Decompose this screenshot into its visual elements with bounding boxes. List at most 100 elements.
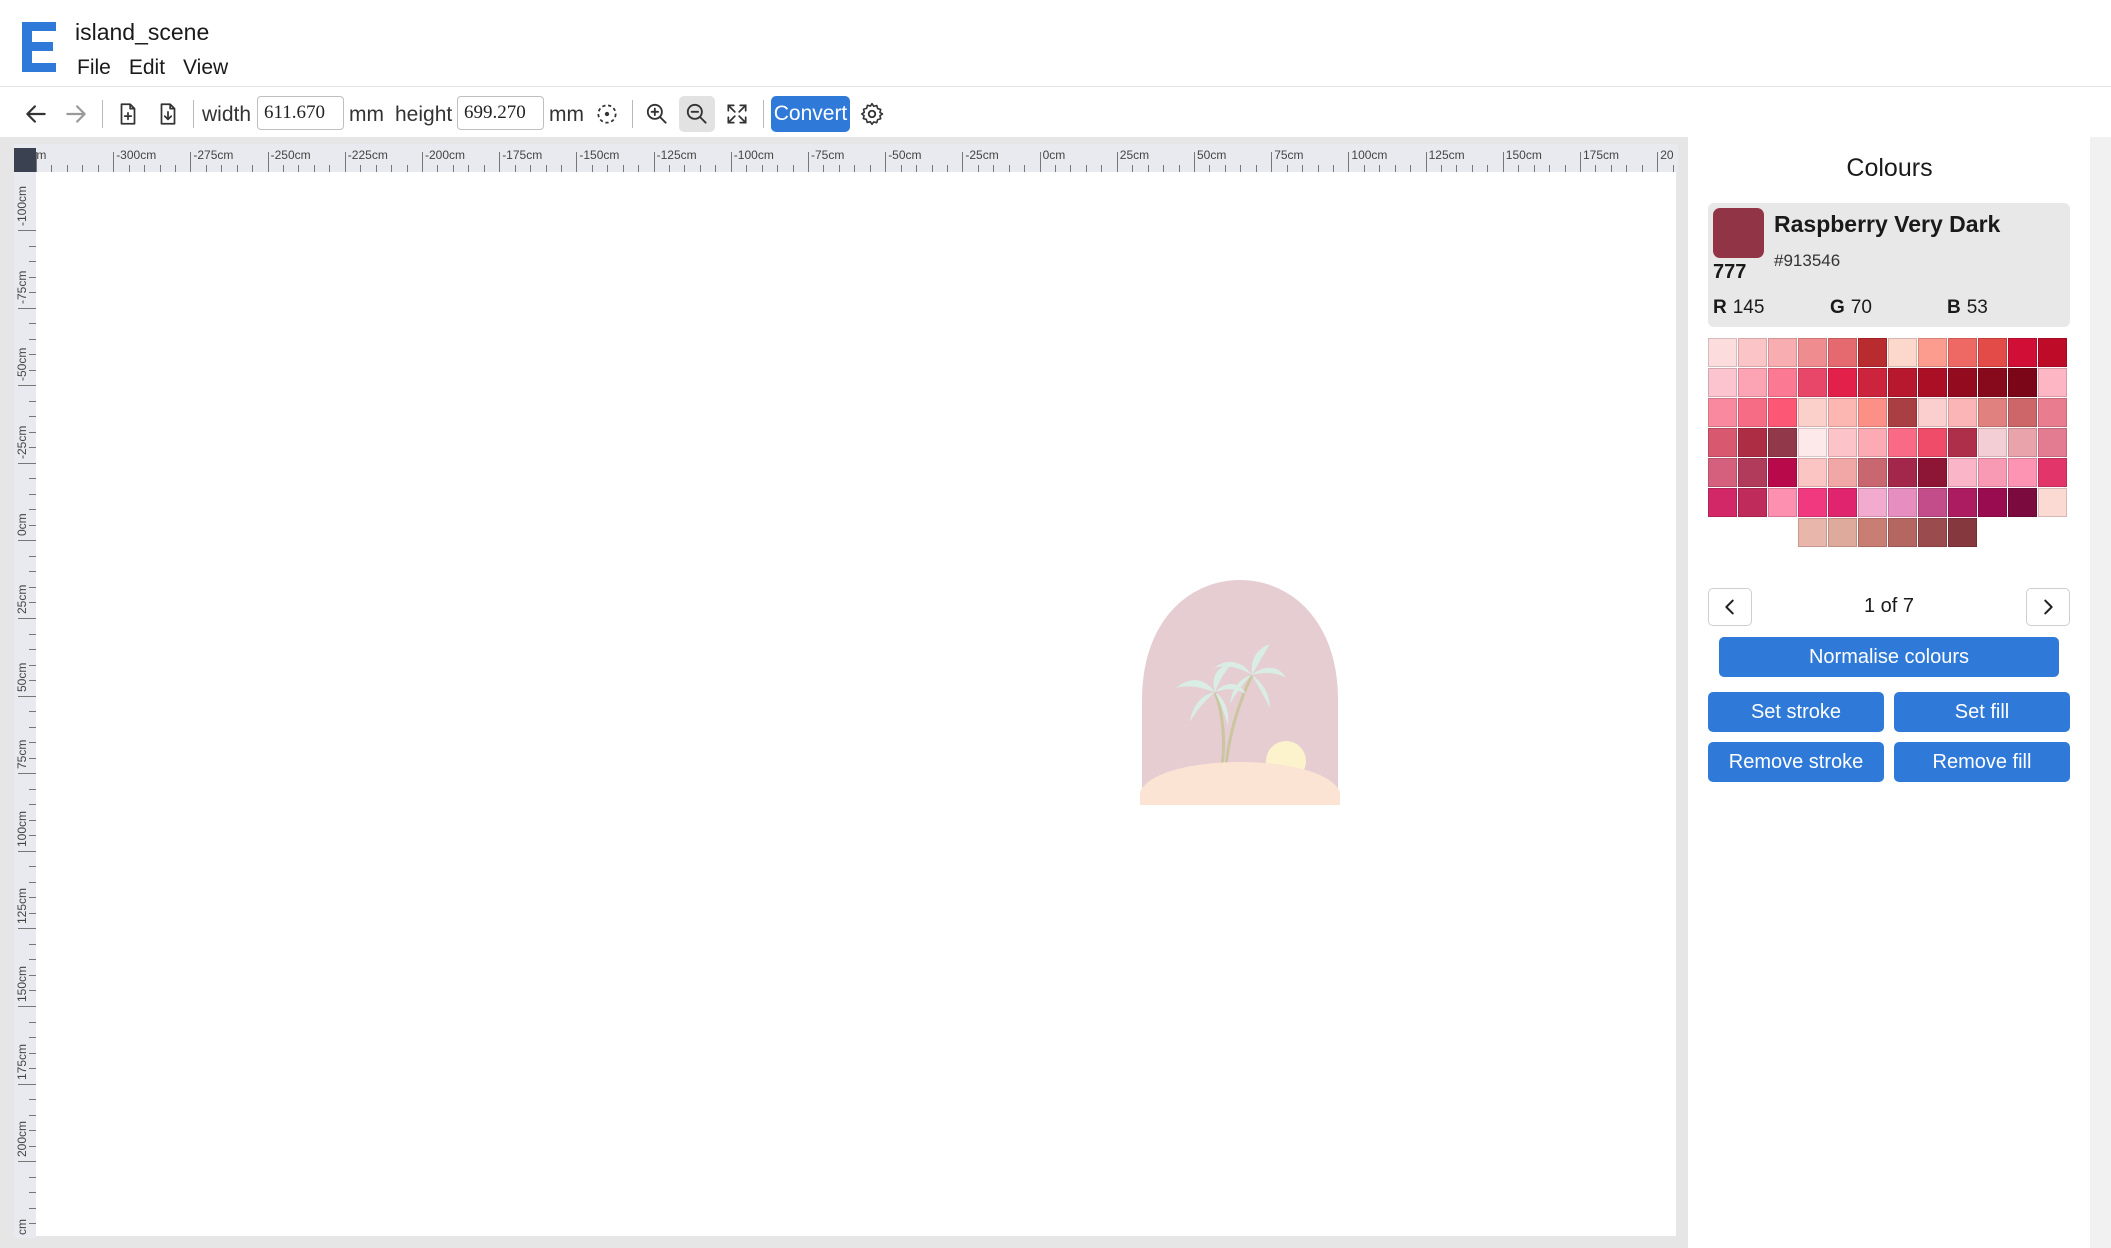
- palette-swatch[interactable]: [1888, 458, 1917, 487]
- palette-swatch[interactable]: [1888, 488, 1917, 517]
- palette-swatch[interactable]: [1768, 428, 1797, 457]
- palette-swatch[interactable]: [1708, 428, 1737, 457]
- palette-swatch[interactable]: [1768, 398, 1797, 427]
- palette-swatch[interactable]: [1798, 458, 1827, 487]
- palette-swatch[interactable]: [1918, 518, 1947, 547]
- ruler-left[interactable]: -100cm -75cm -50cm -25cm 0cm 25cm 50cm 75cm 100c…: [14, 172, 36, 1238]
- palette-swatch[interactable]: [1858, 428, 1887, 457]
- set-stroke-button[interactable]: Set stroke: [1708, 692, 1884, 732]
- menu-view[interactable]: View: [181, 56, 230, 80]
- new-file-icon[interactable]: [110, 96, 146, 132]
- palette-swatch[interactable]: [1948, 398, 1977, 427]
- palette-swatch[interactable]: [1738, 458, 1767, 487]
- palette-swatch[interactable]: [1858, 368, 1887, 397]
- palette-swatch[interactable]: [1738, 488, 1767, 517]
- palette-swatch[interactable]: [1708, 458, 1737, 487]
- palette-swatch[interactable]: [1768, 368, 1797, 397]
- palette-swatch[interactable]: [2008, 368, 2037, 397]
- menu-edit[interactable]: Edit: [127, 56, 167, 80]
- remove-fill-button[interactable]: Remove fill: [1894, 742, 2070, 782]
- menu-file[interactable]: File: [75, 56, 113, 80]
- palette-swatch[interactable]: [1918, 428, 1947, 457]
- palette-swatch[interactable]: [1828, 368, 1857, 397]
- palette-swatch[interactable]: [1828, 518, 1857, 547]
- palette-swatch[interactable]: [1768, 458, 1797, 487]
- palette-swatch[interactable]: [1768, 338, 1797, 367]
- palette-swatch[interactable]: [1708, 368, 1737, 397]
- palette-swatch[interactable]: [1948, 428, 1977, 457]
- palette-swatch[interactable]: [1948, 368, 1977, 397]
- ruler-top[interactable]: 25cm -300cm -275cm -250cm -225cm -200cm -175cm…: [14, 144, 1678, 172]
- palette-swatch[interactable]: [1858, 458, 1887, 487]
- palette-swatch[interactable]: [1918, 398, 1947, 427]
- palette-swatch[interactable]: [2008, 428, 2037, 457]
- palette-swatch[interactable]: [1918, 368, 1947, 397]
- convert-button[interactable]: Convert: [771, 96, 850, 132]
- palette-swatch[interactable]: [1768, 488, 1797, 517]
- palette-swatch[interactable]: [1708, 398, 1737, 427]
- palette-swatch[interactable]: [1828, 428, 1857, 457]
- palette-swatch[interactable]: [1948, 518, 1977, 547]
- palette-swatch[interactable]: [1798, 398, 1827, 427]
- palette-swatch[interactable]: [1708, 488, 1737, 517]
- palette-swatch[interactable]: [1978, 488, 2007, 517]
- zoom-in-icon[interactable]: [639, 96, 675, 132]
- palette-swatch[interactable]: [1918, 458, 1947, 487]
- palette-swatch[interactable]: [1738, 368, 1767, 397]
- palette-swatch[interactable]: [1798, 338, 1827, 367]
- palette-swatch[interactable]: [2038, 458, 2067, 487]
- palette-swatch[interactable]: [2038, 398, 2067, 427]
- palette-swatch[interactable]: [1738, 428, 1767, 457]
- palette-swatch[interactable]: [2008, 488, 2037, 517]
- palette-swatch[interactable]: [1858, 338, 1887, 367]
- palette-swatch[interactable]: [2008, 458, 2037, 487]
- normalise-colours-button[interactable]: Normalise colours: [1719, 637, 2059, 677]
- palette-swatch[interactable]: [1858, 518, 1887, 547]
- arrow-left-icon[interactable]: [18, 96, 54, 132]
- palette-swatch[interactable]: [1918, 488, 1947, 517]
- palette-swatch[interactable]: [1798, 488, 1827, 517]
- palette-swatch[interactable]: [1888, 428, 1917, 457]
- next-page-button[interactable]: [2026, 588, 2070, 626]
- palette-swatch[interactable]: [1828, 488, 1857, 517]
- palette-swatch[interactable]: [1828, 398, 1857, 427]
- remove-stroke-button[interactable]: Remove stroke: [1708, 742, 1884, 782]
- palette-swatch[interactable]: [2038, 368, 2067, 397]
- width-input[interactable]: [257, 96, 344, 130]
- palette-swatch[interactable]: [1978, 458, 2007, 487]
- height-input[interactable]: [457, 96, 544, 130]
- palette-swatch[interactable]: [1738, 338, 1767, 367]
- palette-swatch[interactable]: [1828, 458, 1857, 487]
- gear-icon[interactable]: [854, 96, 890, 132]
- palette-swatch[interactable]: [1888, 518, 1917, 547]
- palette-swatch[interactable]: [1978, 368, 2007, 397]
- palette-swatch[interactable]: [1858, 398, 1887, 427]
- palette-swatch[interactable]: [1948, 458, 1977, 487]
- palette-swatch[interactable]: [2008, 338, 2037, 367]
- arrow-right-icon[interactable]: [58, 96, 94, 132]
- palette-swatch[interactable]: [2038, 488, 2067, 517]
- import-file-icon[interactable]: [150, 96, 186, 132]
- palette-swatch[interactable]: [1948, 338, 1977, 367]
- palette-swatch[interactable]: [1978, 428, 2007, 457]
- palette-swatch[interactable]: [1978, 398, 2007, 427]
- palette-swatch[interactable]: [2038, 428, 2067, 457]
- palette-swatch[interactable]: [1708, 338, 1737, 367]
- zoom-out-icon[interactable]: [679, 96, 715, 132]
- palette-swatch[interactable]: [1738, 398, 1767, 427]
- palette-swatch[interactable]: [1888, 368, 1917, 397]
- drawing-canvas[interactable]: [36, 172, 1676, 1236]
- palette-swatch[interactable]: [1798, 368, 1827, 397]
- palette-swatch[interactable]: [1948, 488, 1977, 517]
- palette-swatch[interactable]: [1888, 338, 1917, 367]
- palette-swatch[interactable]: [1798, 428, 1827, 457]
- palette-swatch[interactable]: [1918, 338, 1947, 367]
- fullscreen-icon[interactable]: [719, 96, 755, 132]
- palette-swatch[interactable]: [1828, 338, 1857, 367]
- palette-swatch[interactable]: [1798, 518, 1827, 547]
- previous-page-button[interactable]: [1708, 588, 1752, 626]
- palette-swatch[interactable]: [2038, 338, 2067, 367]
- fit-selection-icon[interactable]: [589, 96, 625, 132]
- island-drawing[interactable]: [1140, 580, 1340, 805]
- palette-swatch[interactable]: [2008, 398, 2037, 427]
